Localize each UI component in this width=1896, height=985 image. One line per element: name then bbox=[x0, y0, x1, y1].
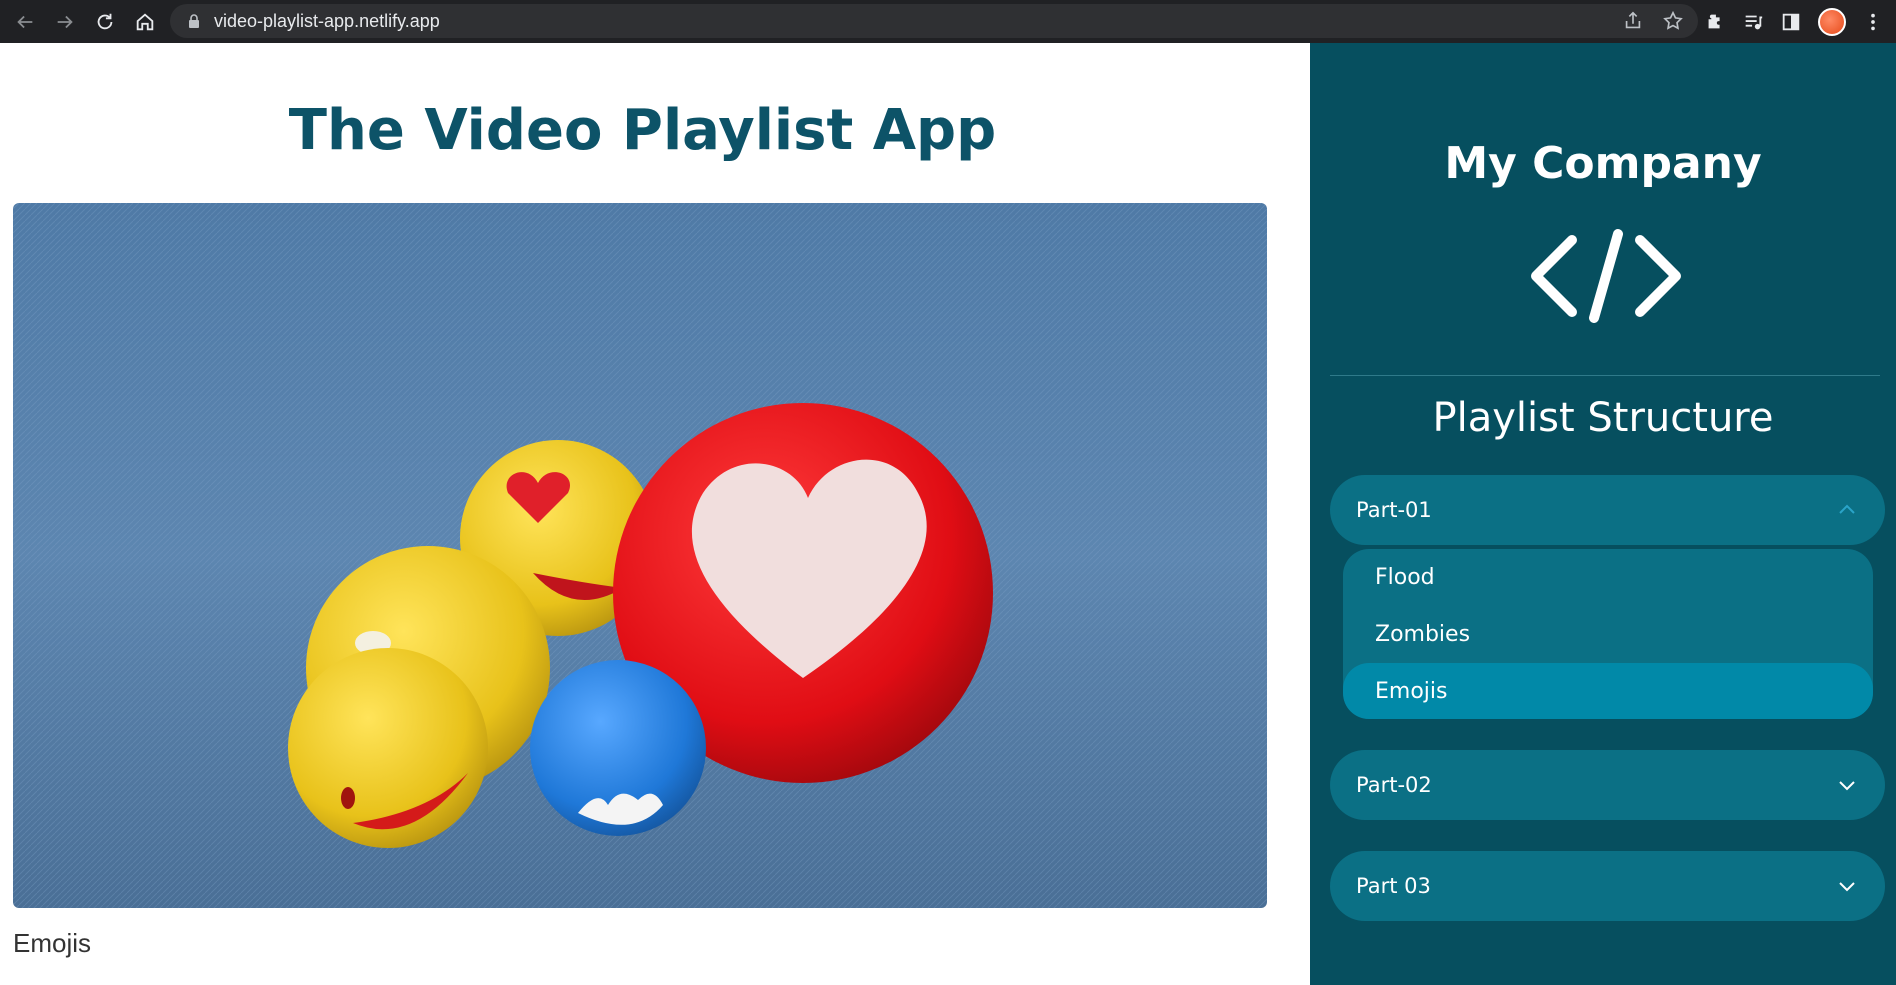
chevron-up-icon bbox=[1839, 504, 1855, 514]
playlist-item-zombies[interactable]: Zombies bbox=[1343, 606, 1873, 663]
accordion-label: Part-01 bbox=[1356, 498, 1432, 522]
lock-icon bbox=[189, 14, 199, 28]
back-button[interactable] bbox=[10, 7, 40, 37]
page-title: The Video Playlist App bbox=[288, 98, 997, 163]
video-player[interactable] bbox=[13, 203, 1267, 908]
reload-icon bbox=[97, 13, 113, 29]
chevron-down-icon bbox=[1839, 882, 1855, 892]
forward-button[interactable] bbox=[50, 7, 80, 37]
side-panel-icon[interactable] bbox=[1780, 11, 1802, 33]
url-text[interactable]: video-playlist-app.netlify.app bbox=[214, 11, 440, 32]
home-button[interactable] bbox=[130, 7, 160, 37]
company-name: My Company bbox=[1444, 138, 1762, 189]
playlist-item-emojis[interactable]: Emojis bbox=[1343, 663, 1873, 719]
code-brackets-icon bbox=[1531, 229, 1681, 323]
main-content: The Video Playlist App Emojis bbox=[0, 43, 1285, 980]
share-icon[interactable] bbox=[1622, 10, 1644, 32]
video-frame-image bbox=[13, 203, 1267, 908]
bookmark-star-icon[interactable] bbox=[1662, 10, 1684, 32]
video-caption: Emojis bbox=[13, 928, 92, 958]
accordion-part-03[interactable]: Part 03 bbox=[1330, 851, 1885, 921]
playlist-item-flood[interactable]: Flood bbox=[1343, 549, 1873, 606]
media-queue-icon[interactable] bbox=[1742, 11, 1764, 33]
accordion-label: Part-02 bbox=[1356, 773, 1432, 797]
divider bbox=[1330, 375, 1880, 376]
more-menu-icon[interactable] bbox=[1862, 11, 1884, 33]
chevron-down-icon bbox=[1839, 781, 1855, 791]
reload-button[interactable] bbox=[90, 7, 120, 37]
accordion-panel-part-01: Flood Zombies Emojis bbox=[1343, 549, 1873, 719]
extensions-icon[interactable] bbox=[1704, 11, 1726, 33]
address-bar[interactable]: video-playlist-app.netlify.app bbox=[170, 4, 1698, 38]
accordion-label: Part 03 bbox=[1356, 874, 1431, 898]
browser-toolbar: video-playlist-app.netlify.app bbox=[0, 0, 1896, 43]
home-icon bbox=[136, 12, 154, 30]
profile-avatar[interactable] bbox=[1818, 7, 1846, 36]
accordion-part-02[interactable]: Part-02 bbox=[1330, 750, 1885, 820]
playlist-structure-title: Playlist Structure bbox=[1432, 395, 1774, 441]
sidebar: My Company Playlist Structure Part-01 Fl… bbox=[1310, 43, 1896, 985]
arrow-left-icon bbox=[17, 15, 33, 28]
arrow-right-icon bbox=[57, 15, 73, 28]
accordion-part-01[interactable]: Part-01 bbox=[1330, 475, 1885, 545]
